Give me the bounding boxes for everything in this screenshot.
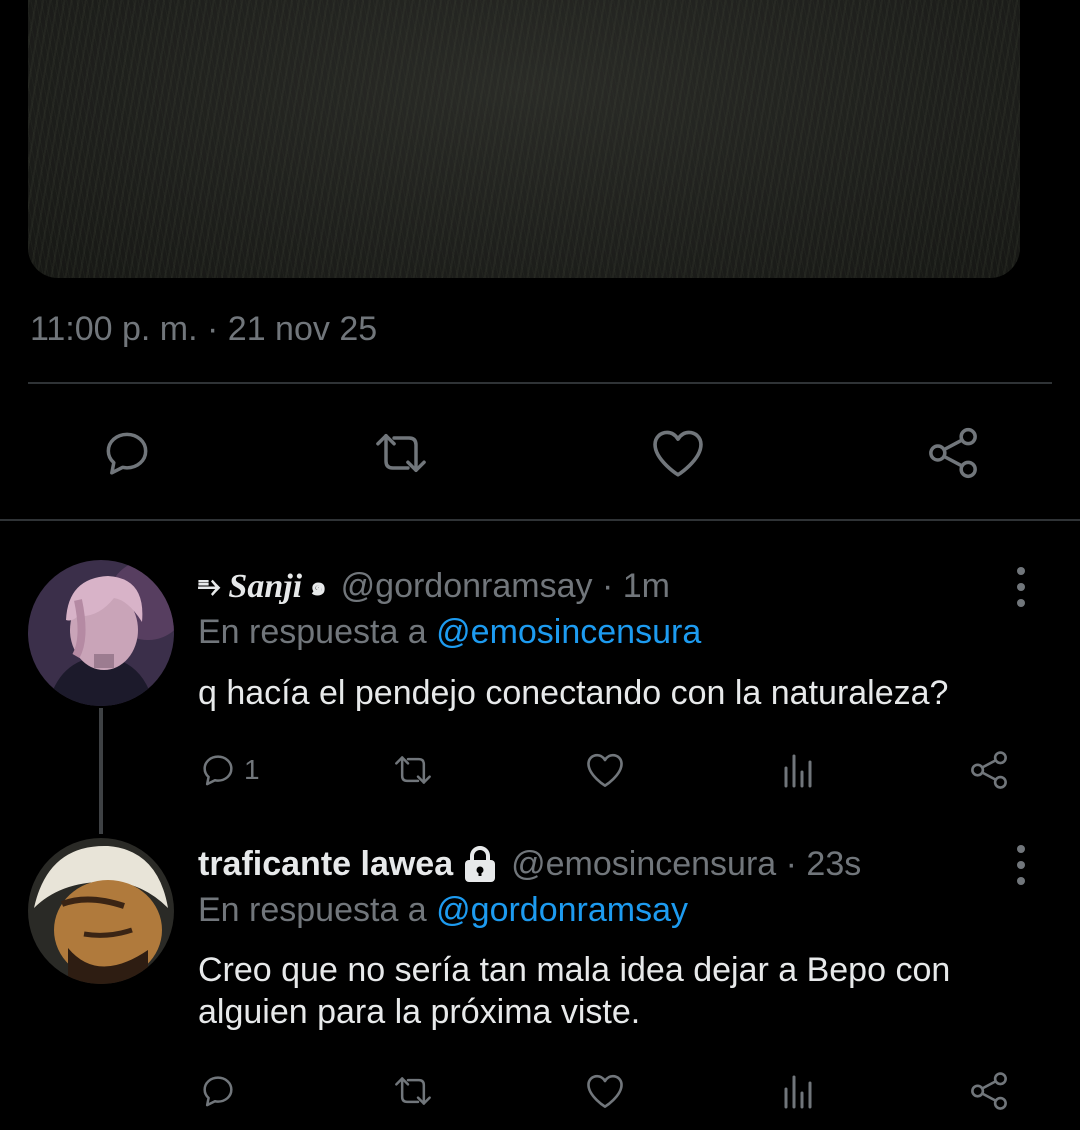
separator: ·: [776, 845, 807, 883]
reply-button[interactable]: [92, 418, 162, 488]
divider: [28, 382, 1052, 384]
reply-text: Creo que no sería tan mala idea dejar a …: [198, 949, 1038, 1033]
display-name[interactable]: traficante lawea: [198, 845, 453, 884]
like-button[interactable]: [643, 418, 713, 488]
views-button[interactable]: [772, 745, 822, 795]
retweet-icon: [395, 756, 431, 784]
user-handle[interactable]: @emosincensura: [511, 845, 776, 884]
reply-text: q hacía el pendejo conectando con la nat…: [198, 674, 949, 712]
more-dot: [1017, 583, 1025, 591]
more-dot: [1017, 845, 1025, 853]
retweet-button[interactable]: [388, 1066, 438, 1116]
more-dot: [1017, 599, 1025, 607]
reply-icon: [106, 432, 148, 475]
retweet-icon: [395, 1077, 431, 1105]
in-reply-to: En respuesta a @emosincensura: [198, 613, 701, 652]
share-icon: [971, 751, 1007, 789]
more-dot: [1017, 567, 1025, 575]
avatar[interactable]: [28, 838, 174, 984]
like-icon: [587, 753, 623, 787]
reply-icon: [203, 1076, 233, 1107]
avatar[interactable]: [28, 560, 174, 706]
share-icon: [971, 1072, 1007, 1110]
like-icon: [587, 1074, 623, 1108]
retweet-button[interactable]: [366, 418, 436, 488]
reply-text-line: alguien para la próxima viste.: [198, 993, 641, 1031]
name-suffix-glyph: ๑: [310, 571, 327, 601]
reply-time: 1m: [622, 567, 670, 605]
display-name[interactable]: Sanji: [228, 568, 302, 606]
thread-line: [99, 708, 103, 834]
reply-button[interactable]: [198, 1066, 238, 1116]
like-button[interactable]: [580, 1066, 630, 1116]
retweet-icon: [376, 433, 426, 473]
reply-to-label: En respuesta a: [198, 891, 437, 929]
share-button[interactable]: [964, 1066, 1014, 1116]
reply-header: traficante lawea @emosincensura · 23s: [198, 845, 861, 884]
reply-header: ⥱ Sanji ๑ @gordonramsay · 1m: [198, 566, 670, 607]
share-button[interactable]: [964, 745, 1014, 795]
divider: [0, 519, 1080, 521]
tweet-timestamp: 11:00 p. m. · 21 nov 25: [30, 310, 378, 348]
share-button[interactable]: [918, 418, 988, 488]
reply-count: 1: [244, 754, 260, 785]
more-dot: [1017, 877, 1025, 885]
user-handle[interactable]: @gordonramsay: [341, 567, 593, 606]
more-options-button[interactable]: [1011, 567, 1031, 607]
more-options-button[interactable]: [1011, 845, 1031, 885]
reply-to-label: En respuesta a: [198, 613, 437, 651]
separator: ·: [592, 567, 623, 605]
lock-icon: [463, 845, 497, 884]
reply-time: 23s: [806, 845, 862, 883]
mention-link[interactable]: @emosincensura: [436, 613, 701, 651]
more-dot: [1017, 861, 1025, 869]
views-icon: [784, 1075, 812, 1109]
in-reply-to: En respuesta a @gordonramsay: [198, 891, 688, 930]
reply-button[interactable]: 1: [198, 745, 260, 795]
reply-icon: [203, 755, 233, 786]
views-icon: [784, 754, 812, 788]
like-button[interactable]: [580, 745, 630, 795]
mention-link[interactable]: @gordonramsay: [436, 891, 688, 929]
share-icon: [929, 427, 977, 479]
like-icon: [653, 430, 703, 477]
name-prefix-glyph: ⥱: [198, 570, 221, 601]
views-button[interactable]: [772, 1066, 822, 1116]
tweet-media-image[interactable]: [28, 0, 1020, 278]
reply-text-line: Creo que no sería tan mala idea dejar a …: [198, 951, 951, 989]
retweet-button[interactable]: [388, 745, 438, 795]
